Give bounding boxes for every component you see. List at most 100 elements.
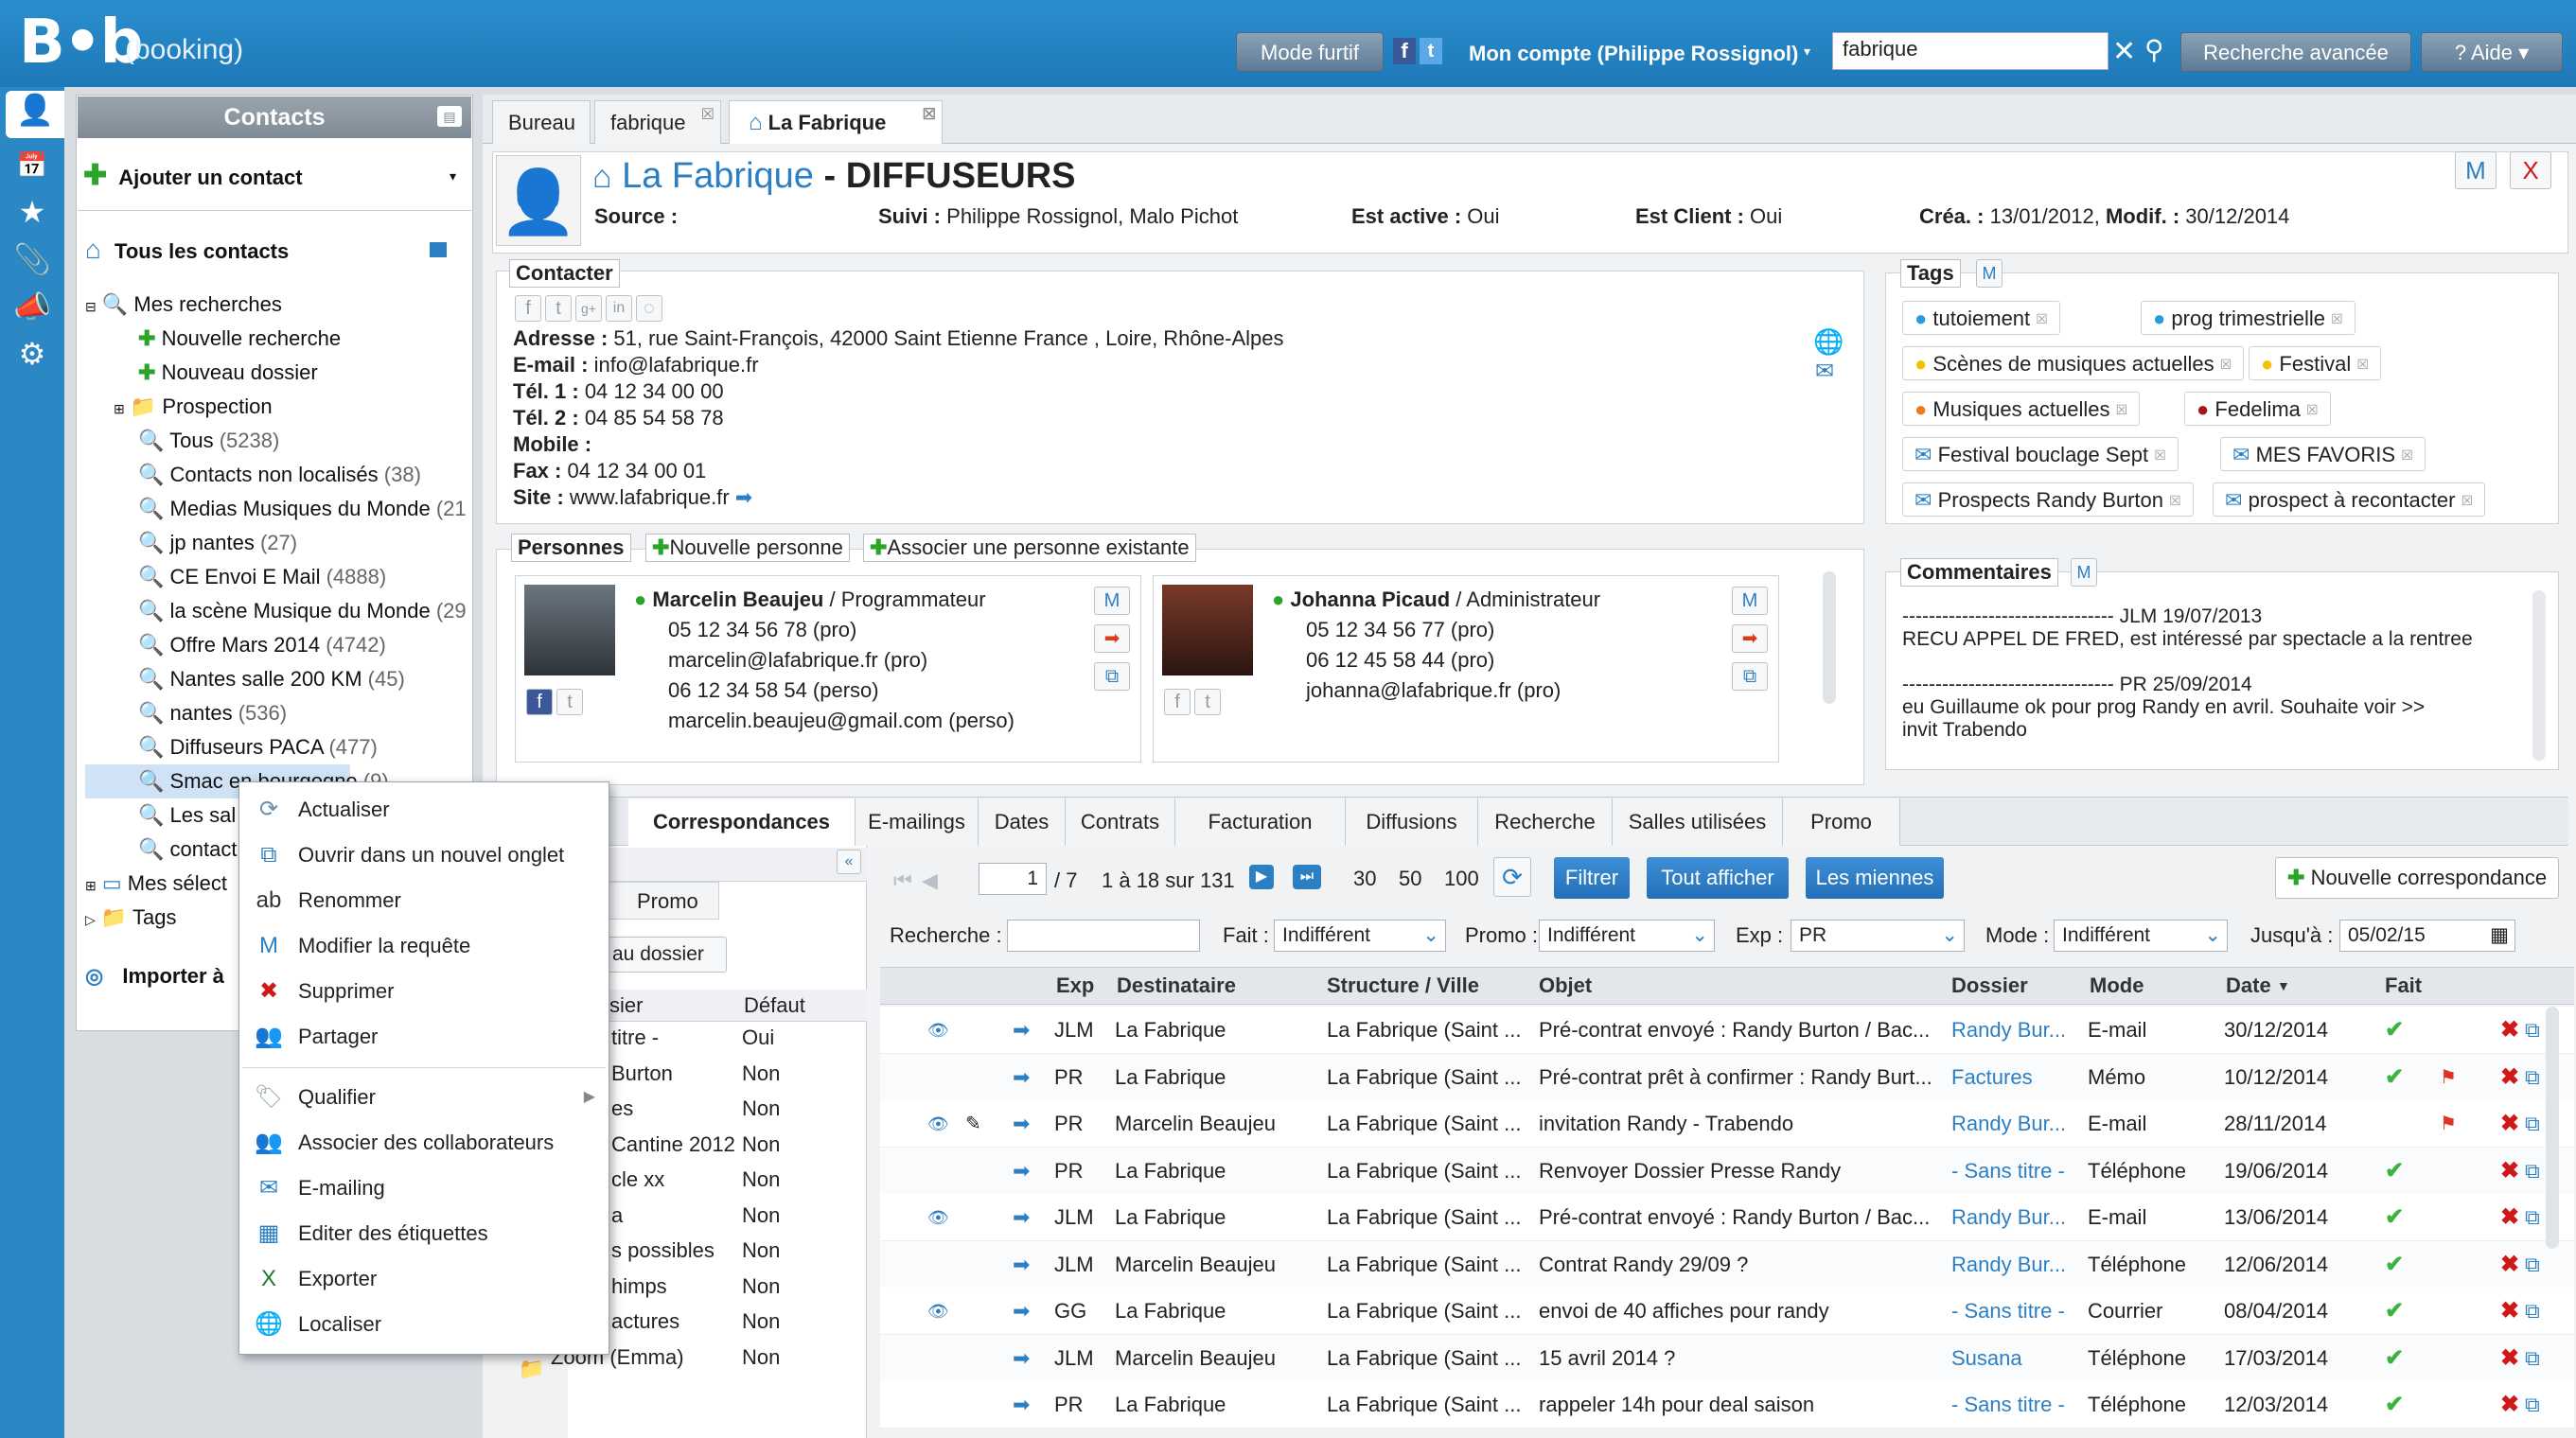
column-header-4[interactable]: Dossier (1951, 967, 2028, 1005)
column-header-3[interactable]: Objet (1539, 967, 1592, 1005)
open-row-icon[interactable]: ⧉ (2525, 1054, 2540, 1101)
collapse-icon[interactable] (430, 242, 447, 257)
delete-record-button[interactable]: X (2510, 151, 2551, 189)
cell-subject[interactable]: Pré-contrat envoyé : Randy Burton / Bac.… (1539, 1007, 1940, 1054)
edit-person-button[interactable]: M (1732, 587, 1768, 615)
saved-search-item[interactable]: 🔍 Offre Mars 2014 (4742) (85, 628, 473, 662)
context-menu-item[interactable]: 🏷 Qualifier ▶ (239, 1075, 609, 1120)
new-correspondence-button[interactable]: ✚ Nouvelle correspondance (2275, 857, 2559, 899)
context-menu-item[interactable]: 👥 Partager (239, 1014, 609, 1060)
folder-name[interactable]: himps (611, 1274, 667, 1299)
search-icon[interactable]: ⚲ (2144, 34, 2164, 66)
tree-expand-icon[interactable]: ⊞ (114, 401, 125, 416)
folder-name[interactable]: actures (611, 1309, 679, 1334)
context-menu-item[interactable]: ⧉ Ouvrir dans un nouvel onglet (239, 833, 609, 878)
remove-tag-icon[interactable]: ☒ (2169, 493, 2181, 508)
cell-recipient[interactable]: La Fabrique (1115, 1288, 1314, 1335)
cell-folder[interactable]: Factures (1951, 1054, 2080, 1101)
add-contact-button[interactable]: ✚ Ajouter un contact ▾ (83, 157, 462, 195)
cell-structure[interactable]: La Fabrique (Saint ... (1327, 1381, 1526, 1429)
table-row[interactable]: ➡ PR La Fabrique La Fabrique (Saint ... Renv… (880, 1147, 2574, 1195)
saved-search-item[interactable]: 🔍 Contacts non localisés (38) (85, 458, 473, 492)
note-icon[interactable]: ✎ (965, 1100, 981, 1148)
delete-row-icon[interactable]: ✖ (2500, 1241, 2519, 1289)
global-search-input[interactable]: fabrique (1832, 32, 2108, 70)
stealth-mode-button[interactable]: Mode furtif (1236, 32, 1384, 72)
cell-structure[interactable]: La Fabrique (Saint ... (1327, 1241, 1526, 1289)
panel-menu-icon[interactable]: ▤ (437, 106, 462, 127)
folder-column-header[interactable]: sier (609, 993, 643, 1018)
page-size-30[interactable]: 30 (1353, 867, 1376, 891)
prospection-folder[interactable]: ⊞ 📁 Prospection (85, 390, 473, 424)
open-row-icon[interactable]: ⧉ (2525, 1148, 2540, 1195)
open-row-icon[interactable]: ⧉ (2525, 1288, 2540, 1335)
subtab-1[interactable]: E-mailings (856, 798, 979, 846)
subtab-3[interactable]: Contrats (1066, 798, 1175, 846)
saved-search-item[interactable]: 🔍 Tous (5238) (85, 424, 473, 458)
remove-tag-icon[interactable]: ☒ (2356, 357, 2369, 372)
attachment-icon[interactable]: 📎 (13, 240, 51, 278)
facebook-icon[interactable]: f (1164, 689, 1191, 715)
cell-folder[interactable]: - Sans titre - (1951, 1381, 2080, 1429)
settings-icon[interactable]: ⚙ (13, 335, 51, 373)
show-all-button[interactable]: Tout afficher (1647, 857, 1789, 899)
cell-recipient[interactable]: Marcelin Beaujeu (1115, 1335, 1314, 1382)
table-row[interactable]: 👁 ➡ GG La Fabrique La Fabrique (Saint ... env… (880, 1288, 2574, 1335)
column-header-0[interactable]: Exp (1056, 967, 1094, 1005)
app-logo[interactable]: B•b (19, 9, 143, 76)
open-row-icon[interactable]: ⧉ (2525, 1007, 2540, 1054)
facebook-icon[interactable]: f (515, 295, 541, 322)
table-row[interactable]: 👁 ➡ JLM La Fabrique La Fabrique (Saint ... Pr… (880, 1194, 2574, 1241)
context-menu-item[interactable]: 👥 Associer des collaborateurs (239, 1120, 609, 1166)
subtab-0[interactable]: Correspondances (628, 798, 856, 846)
open-person-button[interactable]: ⧉ (1732, 662, 1768, 691)
import-button[interactable]: ◎ Importer à (85, 957, 224, 995)
cell-recipient[interactable]: La Fabrique (1115, 1381, 1314, 1429)
saved-search-item[interactable]: 🔍 nantes (536) (85, 696, 473, 730)
done-check-icon[interactable]: ✔ (2385, 1381, 2404, 1429)
subtab-7[interactable]: Salles utilisées (1613, 798, 1783, 846)
tree-expand-icon[interactable]: ▷ (85, 912, 96, 927)
cell-recipient[interactable]: La Fabrique (1115, 1194, 1314, 1241)
done-check-icon[interactable]: ✔ (2385, 1335, 2404, 1382)
until-date-input[interactable]: 05/02/15 ▦ (2339, 920, 2515, 952)
done-check-icon[interactable]: ✔ (2385, 1288, 2404, 1335)
mine-button[interactable]: Les miennes (1806, 857, 1944, 899)
new-folder-item[interactable]: ✚ Nouveau dossier (85, 356, 473, 390)
tree-expand-icon[interactable]: ⊞ (85, 878, 97, 893)
eye-icon[interactable]: 👁 (927, 1100, 949, 1148)
folder-name[interactable]: cle xx (611, 1167, 664, 1192)
cell-recipient[interactable]: Marcelin Beaujeu (1115, 1100, 1314, 1148)
folder-name[interactable]: Burton (611, 1061, 673, 1086)
linkedin-icon[interactable]: in (606, 295, 632, 322)
cell-structure[interactable]: La Fabrique (Saint ... (1327, 1100, 1526, 1148)
close-tab-icon[interactable]: ☒ (923, 94, 936, 137)
cell-structure[interactable]: La Fabrique (Saint ... (1327, 1335, 1526, 1382)
cell-recipient[interactable]: Marcelin Beaujeu (1115, 1241, 1314, 1289)
column-header-7[interactable]: Fait (2385, 967, 2422, 1005)
cell-structure[interactable]: La Fabrique (Saint ... (1327, 1194, 1526, 1241)
remove-tag-icon[interactable]: ☒ (2461, 493, 2474, 508)
page-size-50[interactable]: 50 (1399, 867, 1421, 891)
cell-structure[interactable]: La Fabrique (Saint ... (1327, 1007, 1526, 1054)
saved-search-item[interactable]: 🔍 CE Envoi E Mail (4888) (85, 560, 473, 594)
close-tab-icon[interactable]: ☒ (701, 94, 715, 137)
comments-scrollbar[interactable] (2532, 590, 2546, 761)
context-menu-item[interactable]: M Modifier la requête (239, 923, 609, 969)
delete-row-icon[interactable]: ✖ (2500, 1100, 2519, 1148)
edit-comments-button[interactable]: M (2071, 558, 2097, 587)
column-header-5[interactable]: Mode (2090, 967, 2144, 1005)
remove-tag-icon[interactable]: ☒ (2401, 447, 2413, 463)
tab-la-fabrique[interactable]: ⌂ La Fabrique ☒ (729, 100, 943, 144)
persons-scrollbar[interactable] (1823, 571, 1836, 704)
new-search-item[interactable]: ✚ Nouvelle recherche (85, 322, 473, 356)
context-menu-item[interactable]: 🌐 Localiser (239, 1302, 609, 1347)
context-menu-item[interactable]: ✉ E-mailing (239, 1166, 609, 1211)
next-page-icon[interactable]: ▶ (1249, 865, 1274, 889)
cell-folder[interactable]: Randy Bur... (1951, 1007, 2080, 1054)
googleplus-icon[interactable]: g+ (575, 295, 602, 322)
flag-icon[interactable]: ⚑ (2440, 1100, 2457, 1148)
associate-person-button[interactable]: ✚Associer une personne existante (863, 534, 1196, 562)
calendar-icon[interactable]: ▦ (2490, 921, 2509, 951)
promo-filter-select[interactable]: Indifférent ⌄ (1539, 920, 1715, 952)
